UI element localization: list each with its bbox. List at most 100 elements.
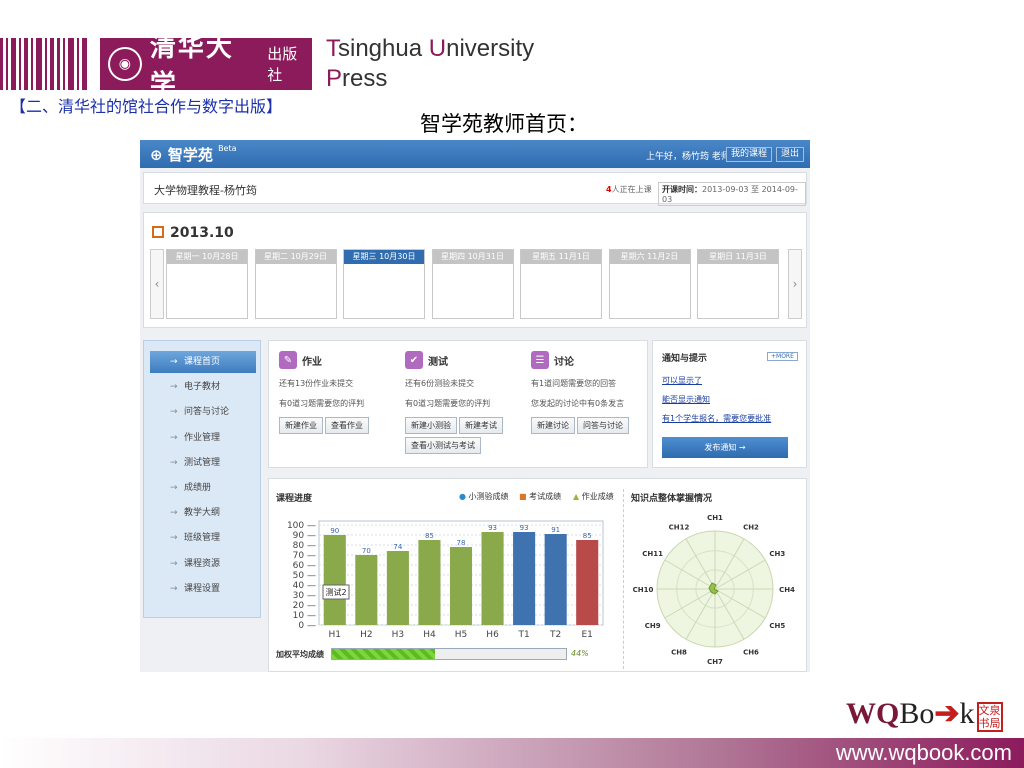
calendar-next-button[interactable]: › — [788, 249, 802, 319]
bar[interactable] — [418, 540, 441, 625]
new-quiz-button[interactable]: 新建小测验 — [405, 417, 457, 434]
footer-url[interactable]: www.wqbook.com — [836, 740, 1012, 766]
my-courses-button[interactable]: 我的课程 — [726, 147, 773, 162]
tasks-panel: ✎ 作业 还有13份作业未提交 有0道习题需要您的评判 新建作业 查看作业 ✔ 测试 … — [268, 340, 648, 468]
sidebar-item-label: 教学大纲 — [184, 508, 221, 519]
sidebar-item[interactable]: → 成绩册 — [150, 477, 256, 499]
data-label: 93 — [488, 524, 497, 532]
radar-axis-label: CH7 — [707, 658, 723, 666]
radar-axis-label: CH9 — [645, 622, 661, 630]
sidebar-nav: → 课程首页 → 电子教材 → 问答与讨论 → 作业管理 → 测试管理 → 成绩册 → 教学大纲 → 班级管理… — [143, 340, 261, 618]
publish-notice-button[interactable]: 发布通知 → — [662, 437, 788, 458]
logout-button[interactable]: 退出 — [776, 147, 805, 162]
new-homework-button[interactable]: 新建作业 — [279, 417, 323, 434]
sidebar-item[interactable]: → 教学大纲 — [150, 502, 256, 524]
notice-title: 通知与提示 — [662, 354, 708, 364]
chart-tooltip-text: 测试2 — [325, 587, 346, 597]
y-tick-label: 60 — — [293, 561, 316, 571]
sidebar-item-label: 作业管理 — [184, 432, 221, 443]
data-label: 93 — [520, 524, 529, 532]
sidebar-item[interactable]: → 电子教材 — [150, 376, 256, 398]
sidebar-item[interactable]: → 测试管理 — [150, 452, 256, 474]
new-discussion-button[interactable]: 新建讨论 — [531, 417, 575, 434]
arrow-icon: ➔ — [934, 697, 960, 730]
y-tick-label: 20 — — [293, 601, 316, 611]
data-label: 90 — [330, 527, 339, 535]
y-tick-label: 10 — — [293, 611, 316, 621]
sidebar-item[interactable]: → 课程资源 — [150, 553, 256, 575]
radar-axis-label: CH3 — [769, 550, 785, 558]
calendar-prev-button[interactable]: ‹ — [150, 249, 164, 319]
calendar-day[interactable]: 星期二 10月29日 — [254, 249, 337, 319]
x-tick-label: E1 — [582, 630, 593, 640]
bar[interactable] — [449, 547, 473, 625]
bar[interactable] — [323, 535, 346, 625]
arrow-right-icon: → — [170, 432, 178, 443]
sidebar-item[interactable]: → 课程首页 — [150, 351, 256, 373]
calendar-day-label: 星期五 11月1日 — [521, 250, 601, 264]
notice-link[interactable]: 能否显示通知 — [662, 394, 710, 405]
calendar-day-label: 星期一 10月28日 — [167, 250, 247, 264]
sidebar-item[interactable]: → 问答与讨论 — [150, 401, 256, 423]
test-section: ✔ 测试 还有6份测验未提交 有0道习题需要您的评判 新建小测验 新建考试 查看小测… — [405, 351, 523, 454]
arrow-right-icon: → — [170, 558, 178, 569]
bar[interactable] — [355, 555, 378, 625]
bar[interactable] — [513, 532, 536, 625]
discussion-replies: 您发起的讨论中有0条发言 — [531, 399, 625, 408]
calendar-day-label: 星期二 10月29日 — [255, 250, 336, 264]
test-title: 测试 — [428, 356, 448, 368]
sidebar-item[interactable]: → 课程设置 — [150, 578, 256, 600]
bar[interactable] — [544, 534, 567, 625]
calendar-day[interactable]: 星期日 11月3日 — [697, 249, 779, 319]
qa-discussion-button[interactable]: 问答与讨论 — [577, 417, 629, 434]
calendar-day[interactable]: 星期五 11月1日 — [520, 249, 602, 319]
weighted-average-label: 加权平均成绩 — [276, 650, 324, 659]
app-topbar: ⊕ 智学苑 Beta 上午好，杨竹筠 老师 我的课程 退出 — [140, 140, 810, 168]
notice-panel: 通知与提示 +MORE 可以显示了 能否显示通知 有1个学生报名，需要您要批准 … — [652, 340, 807, 468]
arrow-right-icon: → — [170, 508, 178, 519]
sidebar-item-label: 成绩册 — [184, 483, 212, 493]
calendar-day[interactable]: 星期三 10月30日 — [343, 249, 425, 319]
arrow-right-icon: → — [170, 457, 178, 468]
weighted-average-bar — [331, 648, 567, 660]
radar-axis-label: CH5 — [769, 622, 785, 630]
course-name: 大学物理教程-杨竹筠 — [154, 184, 257, 197]
notice-more-button[interactable]: +MORE — [767, 352, 798, 361]
data-label: 85 — [583, 532, 592, 540]
sidebar-item-label: 课程首页 — [184, 357, 221, 367]
calendar-month: 2013.10 — [152, 225, 234, 241]
notice-link[interactable]: 有1个学生报名，需要您要批准 — [662, 413, 771, 424]
calendar-day[interactable]: 星期四 10月31日 — [431, 249, 514, 319]
y-tick-label: 50 — — [293, 571, 316, 581]
y-tick-label: 70 — — [293, 551, 316, 561]
discussion-section: ☰ 讨论 有1道问题需要您的回答 您发起的讨论中有0条发言 新建讨论 问答与讨论 — [531, 351, 649, 434]
wqbook-logo: WQBo➔k 文泉书局 — [846, 697, 1003, 732]
sidebar-item[interactable]: → 班级管理 — [150, 527, 256, 549]
bar[interactable] — [481, 532, 504, 625]
bar[interactable] — [576, 540, 599, 625]
homework-status: 还有13份作业未提交 — [279, 379, 354, 388]
checkmark-icon: ✔ — [405, 351, 423, 369]
beta-badge: Beta — [218, 144, 237, 153]
calendar-day-label: 星期三 10月30日 — [344, 250, 424, 264]
bar[interactable] — [386, 551, 409, 625]
y-tick-label: 80 — — [293, 541, 316, 551]
app-logo[interactable]: ⊕ 智学苑 Beta — [150, 144, 237, 165]
view-homework-button[interactable]: 查看作业 — [325, 417, 369, 434]
notice-link[interactable]: 可以显示了 — [662, 375, 702, 386]
data-label: 74 — [393, 543, 402, 551]
publisher-cn-suffix: 出版社 — [267, 45, 298, 84]
barcode-decoration — [0, 38, 90, 90]
x-tick-label: T2 — [549, 630, 561, 640]
homework-section: ✎ 作业 还有13份作业未提交 有0道习题需要您的评判 新建作业 查看作业 — [279, 351, 397, 434]
tsinghua-seal-icon: ◉ — [108, 47, 142, 81]
legend-exam: ■ 考试成绩 — [519, 492, 562, 501]
user-greeting: 上午好，杨竹筠 老师 — [646, 152, 730, 162]
view-tests-button[interactable]: 查看小测试与考试 — [405, 437, 481, 454]
x-tick-label: H3 — [392, 630, 405, 640]
new-exam-button[interactable]: 新建考试 — [459, 417, 503, 434]
wenquan-seal: 文泉书局 — [976, 702, 1003, 732]
calendar-day[interactable]: 星期一 10月28日 — [166, 249, 248, 319]
sidebar-item[interactable]: → 作业管理 — [150, 427, 256, 449]
calendar-day[interactable]: 星期六 11月2日 — [608, 249, 691, 319]
